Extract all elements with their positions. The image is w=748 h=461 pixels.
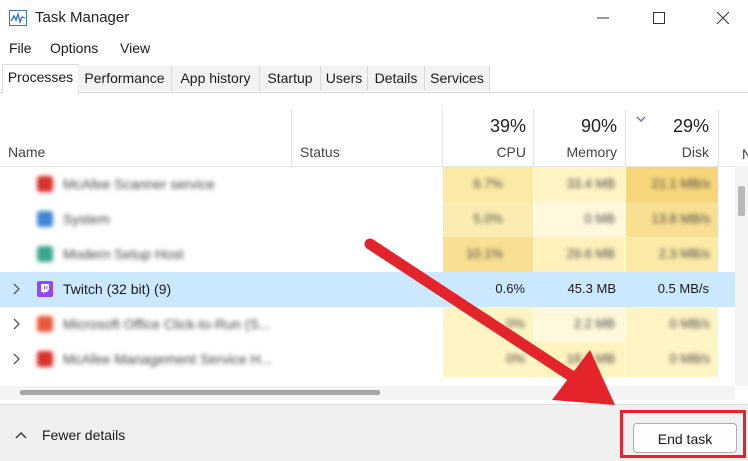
menu-bar: File Options View	[0, 37, 748, 59]
column-network-partial[interactable]: N	[742, 146, 748, 162]
disk-value: 0.5 MB/s	[657, 281, 709, 296]
disk-value: 13.8 MB/s	[651, 211, 710, 226]
table-row[interactable]: Modern Setup Host 10.1% 29.6 MB 2.3 MB/s	[0, 237, 735, 272]
table-row[interactable]: System 5.0% 0 MB 13.8 MB/s	[0, 202, 735, 237]
column-disk[interactable]: Disk	[682, 144, 709, 160]
mcafee-icon	[37, 176, 53, 192]
process-name: Twitch (32 bit) (9)	[63, 281, 172, 297]
chevron-right-icon[interactable]	[11, 317, 21, 331]
chevron-right-icon[interactable]	[11, 282, 21, 296]
vertical-scrollbar[interactable]	[735, 166, 748, 386]
disk-value: 0 MB/s	[669, 351, 710, 366]
close-button[interactable]	[700, 0, 746, 36]
cpu-value: 10.1%	[466, 246, 503, 261]
column-status[interactable]: Status	[300, 144, 340, 160]
setup-host-icon	[37, 246, 53, 262]
cpu-value: 0%	[506, 316, 525, 331]
chevron-right-icon[interactable]	[11, 352, 21, 366]
column-memory[interactable]: Memory	[566, 144, 617, 160]
memory-value: 2.2 MB	[573, 316, 615, 331]
office-icon	[37, 316, 53, 332]
chevron-up-icon	[15, 432, 27, 439]
menu-view[interactable]: View	[120, 40, 150, 56]
table-row[interactable]: McAfee Management Service H... 0% 18.3 M…	[0, 342, 735, 377]
fewer-details-label: Fewer details	[42, 427, 126, 443]
horizontal-scrollbar[interactable]	[0, 386, 735, 400]
cpu-percent: 39%	[489, 116, 526, 136]
column-header: Name Status 39% CPU 90% Memory 29% Disk …	[0, 110, 748, 167]
system-icon	[37, 211, 53, 227]
memory-value: 45.3 MB	[567, 281, 616, 296]
tab-users[interactable]: Users	[321, 66, 368, 91]
column-name[interactable]: Name	[8, 144, 45, 160]
memory-value: 18.3 MB	[566, 351, 615, 366]
process-list: McAfee Scanner service 6.7% 33.4 MB 21.1…	[0, 167, 735, 385]
fewer-details-button[interactable]: Fewer details	[14, 427, 125, 443]
maximize-icon	[653, 12, 665, 24]
sort-chevron-icon	[636, 116, 646, 122]
memory-value: 33.4 MB	[566, 176, 615, 191]
minimize-icon	[597, 17, 609, 19]
menu-options[interactable]: Options	[50, 40, 98, 56]
tab-processes[interactable]: Processes	[2, 64, 79, 94]
horizontal-scroll-thumb[interactable]	[20, 390, 380, 395]
column-cpu[interactable]: CPU	[496, 144, 526, 160]
memory-percent: 90%	[580, 116, 617, 136]
tab-startup[interactable]: Startup	[260, 66, 321, 91]
cpu-value: 0%	[506, 351, 525, 366]
tab-services[interactable]: Services	[425, 66, 490, 91]
disk-value: 0 MB/s	[669, 316, 710, 331]
window-title: Task Manager	[35, 9, 130, 26]
process-name: McAfee Scanner service	[63, 176, 215, 192]
close-icon	[717, 12, 729, 24]
table-row[interactable]: Microsoft Office Click-to-Run (S... 0% 2…	[0, 307, 735, 342]
tab-bar: Processes Performance App history Startu…	[0, 64, 748, 94]
maximize-button[interactable]	[636, 0, 682, 36]
highlight-box	[620, 410, 746, 458]
process-name: Modern Setup Host	[63, 246, 184, 262]
tab-performance[interactable]: Performance	[78, 66, 172, 91]
twitch-icon	[37, 281, 53, 297]
cpu-value: 0.6%	[495, 281, 525, 296]
cpu-value: 5.0%	[473, 211, 503, 226]
title-bar: Task Manager	[0, 0, 748, 36]
memory-value: 29.6 MB	[566, 246, 615, 261]
minimize-button[interactable]	[580, 0, 626, 36]
cpu-value: 6.7%	[473, 176, 503, 191]
disk-value: 2.3 MB/s	[658, 246, 710, 261]
table-row-selected[interactable]: Twitch (32 bit) (9) 0.6% 45.3 MB 0.5 MB/…	[0, 272, 735, 307]
tab-app-history[interactable]: App history	[172, 66, 260, 91]
mcafee-icon	[37, 351, 53, 367]
disk-value: 21.1 MB/s	[651, 176, 710, 191]
tab-details[interactable]: Details	[368, 66, 425, 91]
vertical-scroll-thumb[interactable]	[738, 186, 745, 216]
process-name: System	[63, 211, 110, 227]
task-manager-icon	[9, 10, 27, 26]
menu-file[interactable]: File	[9, 40, 32, 56]
disk-percent: 29%	[672, 116, 709, 136]
table-row[interactable]: McAfee Scanner service 6.7% 33.4 MB 21.1…	[0, 167, 735, 202]
memory-value: 0 MB	[584, 211, 615, 226]
process-name: McAfee Management Service H...	[63, 351, 273, 367]
process-name: Microsoft Office Click-to-Run (S...	[63, 316, 271, 332]
